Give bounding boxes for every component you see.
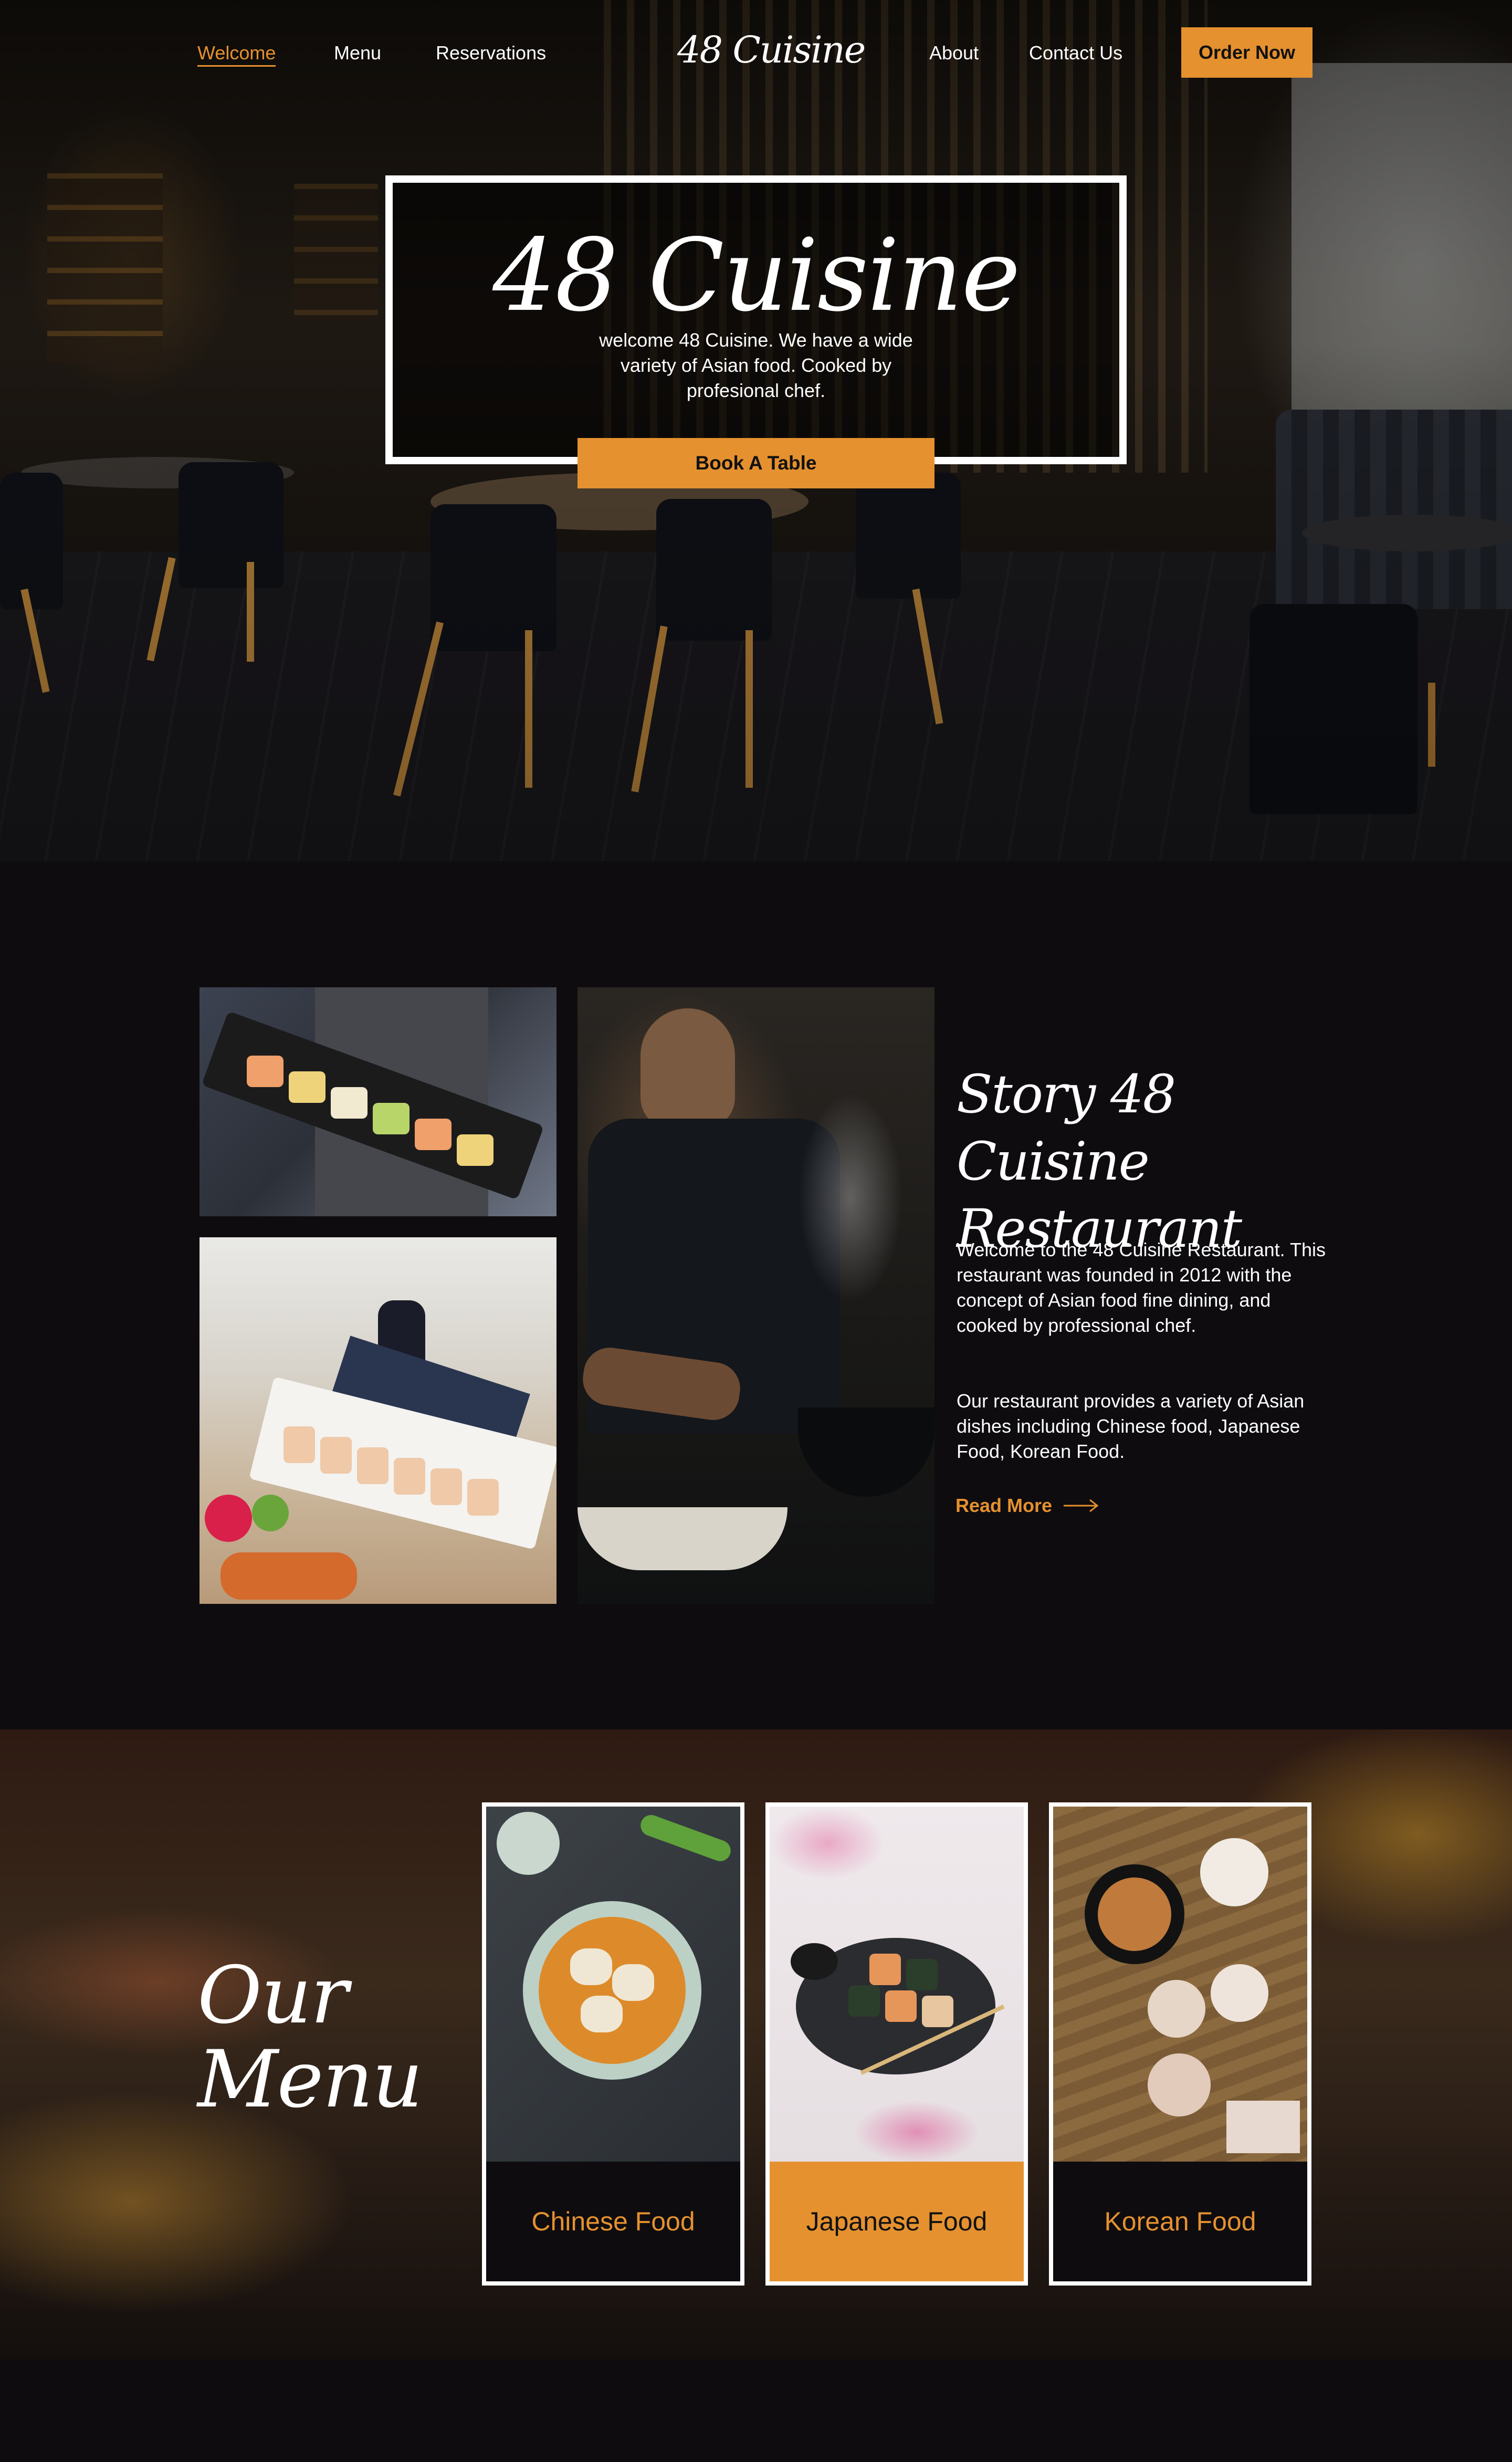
read-more-link[interactable]: Read More — [956, 1495, 1099, 1517]
menu-card-korean-food[interactable]: Korean Food — [1049, 1802, 1311, 2286]
photo-sushi-piece — [430, 1468, 462, 1505]
story-title: Story 48 Cuisine Restaurant — [957, 1063, 1242, 1259]
photo-sushi-piece — [320, 1437, 352, 1474]
menu-title-line2: Menu — [197, 2034, 423, 2125]
photo-sushi-piece — [885, 1990, 917, 2022]
photo-side-dish — [1148, 1980, 1205, 2038]
photo-sushi-piece — [284, 1426, 315, 1463]
photo-bibimbap — [1098, 1877, 1171, 1951]
photo-sushi-piece — [331, 1087, 368, 1119]
menu-card-chinese-food[interactable]: Chinese Food — [482, 1802, 744, 2286]
read-more-label: Read More — [956, 1495, 1053, 1516]
hero-description: welcome 48 Cuisine. We have a wide varie… — [599, 329, 913, 401]
hero-title: 48 Cuisine — [492, 217, 1021, 333]
photo-blossom — [770, 1807, 885, 1880]
photo-sushi-piece — [247, 1056, 284, 1087]
chinese-food-photo — [486, 1807, 740, 2162]
nav-link-contact-us[interactable]: Contact Us — [1029, 41, 1122, 65]
photo-wasabi — [252, 1495, 289, 1531]
story-paragraph-dishes: Our restaurant provides a variety of Asi… — [957, 1390, 1305, 1462]
menu-card-label: Chinese Food — [531, 2207, 695, 2236]
photo-sushi-piece — [906, 1959, 938, 1990]
photo-garnish-bowl — [497, 1812, 560, 1875]
japanese-food-photo — [770, 1807, 1024, 2164]
photo-soup — [539, 1917, 686, 2064]
photo-sushi-piece — [415, 1119, 452, 1150]
photo-sushi-piece — [289, 1071, 326, 1103]
footer-strip — [0, 2360, 1512, 2462]
photo-side-dish — [1148, 2053, 1211, 2116]
photo-sushi-piece — [457, 1134, 494, 1166]
nav-link-menu[interactable]: Menu — [334, 41, 381, 65]
menu-card-japanese-food[interactable]: Japanese Food — [765, 1802, 1028, 2286]
photo-soy-dish — [791, 1943, 838, 1980]
nav-link-about[interactable]: About — [929, 41, 979, 65]
book-a-table-button[interactable]: Book A Table — [578, 438, 934, 488]
photo-wok — [798, 1407, 934, 1497]
photo-dumpling — [612, 1964, 654, 2001]
photo-sushi-piece — [869, 1954, 901, 1985]
menu-card-label: Korean Food — [1104, 2207, 1256, 2236]
nav-link-welcome[interactable]: Welcome — [197, 41, 276, 67]
story-paragraph-intro: Welcome to the 48 Cuisine Restaurant. Th… — [957, 1239, 1326, 1336]
sushi-platter-photo — [200, 987, 556, 1216]
photo-steam — [798, 1092, 903, 1302]
menu-title: Our Menu — [197, 1950, 423, 2125]
photo-side-dish — [1211, 1964, 1268, 2022]
photo-sushi-piece — [848, 1985, 880, 2017]
menu-title-line1: Our — [197, 1950, 348, 2041]
photo-sushi-piece — [357, 1447, 388, 1484]
site-logo[interactable]: 48 Cuisine — [677, 27, 866, 72]
photo-pickled-ginger — [205, 1495, 252, 1542]
photo-chef-head — [640, 1008, 735, 1129]
photo-garnish-leaves — [220, 1552, 357, 1600]
photo-pea-pod — [637, 1812, 734, 1864]
korean-food-photo — [1053, 1807, 1307, 2162]
photo-blossom — [854, 2101, 980, 2164]
photo-sushi-piece — [394, 1458, 425, 1495]
nav-link-reservations[interactable]: Reservations — [436, 41, 546, 65]
menu-card-label: Japanese Food — [770, 2162, 1024, 2281]
photo-sushi-piece — [467, 1479, 499, 1516]
photo-side-dish — [1200, 1838, 1268, 1906]
chef-cooking-photo — [578, 987, 934, 1604]
photo-dumpling — [581, 1996, 623, 2032]
order-now-button[interactable]: Order Now — [1181, 27, 1312, 78]
photo-sushi-piece — [373, 1103, 410, 1134]
sushi-plate-photo — [200, 1237, 556, 1604]
photo-side-dish — [1226, 2101, 1300, 2153]
photo-noodle-bowl — [578, 1507, 788, 1570]
photo-dumpling — [570, 1948, 612, 1985]
photo-sushi-piece — [922, 1996, 953, 2027]
arrow-right-icon — [1064, 1499, 1099, 1512]
